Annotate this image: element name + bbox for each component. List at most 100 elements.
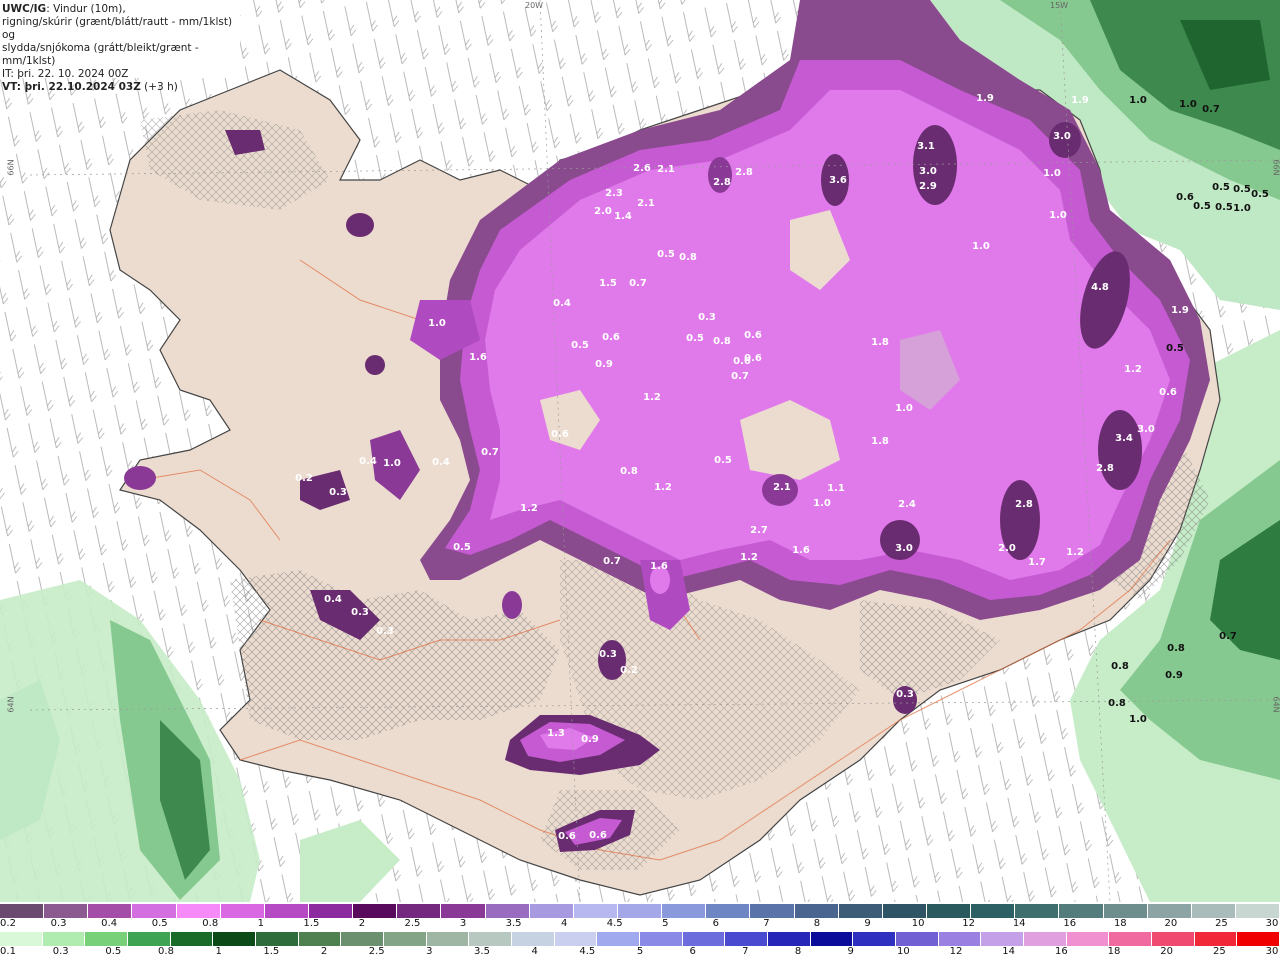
lat-label-66n-left: 66N: [6, 159, 16, 176]
precip-value: 1.8: [871, 337, 889, 348]
legend-swatch: [853, 932, 897, 946]
legend-label: 7: [742, 946, 749, 957]
precip-value: 2.8: [1015, 499, 1033, 510]
precip-value: 2.1: [773, 482, 791, 493]
precip-value: 0.5: [1166, 343, 1184, 354]
precip-value: 3.0: [895, 543, 913, 554]
legend-swatch: [794, 904, 839, 918]
legend-swatch: [0, 904, 45, 918]
legend-label: 20: [1164, 918, 1178, 929]
precip-value: 0.6: [744, 330, 762, 341]
precip-value: 0.9: [581, 734, 599, 745]
precip-value: 0.6: [1176, 192, 1194, 203]
legend-swatch: [42, 932, 86, 946]
precip-value: 0.2: [295, 473, 313, 484]
valid-time: VT: þri. 22.10.2024 03Z: [2, 81, 141, 93]
precip-value: 0.3: [351, 607, 369, 618]
legend-swatch: [1235, 904, 1280, 918]
legend-label: 2.5: [368, 946, 385, 957]
precip-value: 1.0: [1129, 95, 1147, 106]
legend-label: 5: [662, 918, 669, 929]
precip-value: 1.6: [469, 352, 487, 363]
precip-value: 0.3: [376, 626, 394, 637]
precip-value: 1.2: [1066, 547, 1084, 558]
legend-label: 12: [962, 918, 975, 929]
precip-value: 0.6: [1159, 387, 1177, 398]
weather-map[interactable]: 3.1 3.0 2.9 3.6 2.8 2.8 2.6 2.1 2.3 2.0 1.4 2.1 1.9 1…: [0, 0, 1280, 903]
legend-swatch: [132, 904, 177, 918]
legend-label: 6: [712, 918, 720, 929]
precip-value: 0.5: [571, 340, 589, 351]
legend-swatch: [485, 904, 530, 918]
legend-swatch: [341, 932, 385, 946]
legend-swatch: [1059, 904, 1104, 918]
legend-label: 3.5: [505, 918, 522, 929]
legend-swatch: [1152, 932, 1195, 946]
lat-label-64n-left: 64N: [6, 696, 16, 713]
precip-value: 0.9: [595, 359, 613, 370]
legend-label: 4.5: [579, 946, 596, 957]
legend-label: 18: [1113, 918, 1127, 929]
precip-value: 1.3: [547, 728, 565, 739]
precip-value: 0.5: [453, 542, 471, 553]
legend-label: 16: [1054, 946, 1068, 957]
legend-swatch: [44, 904, 89, 918]
legend-label: 10: [896, 946, 910, 957]
legend-swatch: [426, 932, 470, 946]
legend-label: 0.8: [202, 918, 219, 929]
legend-label: 0.4: [101, 918, 118, 929]
legend-swatch: [750, 904, 795, 918]
precip-value: 0.4: [359, 456, 377, 467]
precip-value: 2.9: [919, 181, 937, 192]
precip-value: 1.0: [972, 241, 990, 252]
precip-value: 1.2: [654, 482, 672, 493]
legend-label: 14: [1002, 946, 1016, 957]
legend-swatch: [384, 932, 427, 946]
precip-value: 0.5: [714, 455, 732, 466]
legend-label: 16: [1063, 918, 1077, 929]
legend-label: 2: [320, 946, 328, 957]
legend-swatch: [85, 932, 129, 946]
precip-value: 0.7: [1219, 631, 1237, 642]
legend-swatch: [662, 904, 707, 918]
legend-label: 0.3: [50, 918, 67, 929]
legend-label: 1: [215, 946, 222, 957]
lat-label-66n-right: 66N: [1271, 159, 1280, 176]
precip-value: 0.8: [1167, 643, 1185, 654]
precip-value: 3.0: [1053, 131, 1071, 142]
legend-label: 4.5: [606, 918, 623, 929]
precip-value: 2.6: [633, 163, 651, 174]
precip-value: 0.4: [553, 298, 571, 309]
precip-value: 0.3: [329, 487, 347, 498]
legend-swatch: [529, 904, 574, 918]
legend-swatch: [1024, 932, 1067, 946]
legend-label: 0.2: [0, 918, 16, 929]
precip-value: 1.7: [1028, 557, 1046, 568]
precip-value: 0.5: [686, 333, 704, 344]
precip-value: 0.6: [589, 830, 607, 841]
precip-value: 2.8: [713, 177, 731, 188]
legend-swatch: [640, 932, 683, 946]
precip-value: 1.2: [643, 392, 661, 403]
legend-label: 3: [426, 946, 433, 957]
legend-label: 30: [1265, 946, 1279, 957]
legend-label: 1: [257, 918, 264, 929]
precip-value: 0.5: [1193, 201, 1211, 212]
legend-swatch: [768, 932, 811, 946]
precip-value: 2.1: [637, 198, 655, 209]
legend-swatch: [0, 932, 43, 946]
precip-value: 0.6: [558, 831, 576, 842]
precip-value: 0.9: [1165, 670, 1183, 681]
precip-value: 1.4: [614, 211, 632, 222]
legend-swatch: [441, 904, 486, 918]
precip-value: 0.4: [324, 594, 342, 605]
precip-value: 1.0: [1049, 210, 1067, 221]
precip-value: 1.0: [1043, 168, 1061, 179]
precip-value: 2.1: [657, 164, 675, 175]
legend-swatch: [213, 932, 257, 946]
precip-value: 0.7: [481, 447, 499, 458]
precip-value: 0.8: [713, 336, 731, 347]
precip-value: 0.7: [1202, 104, 1220, 115]
header-line3: slydda/snjókoma (grátt/bleikt/grænt - mm…: [2, 42, 199, 67]
precip-value: 0.3: [698, 312, 716, 323]
